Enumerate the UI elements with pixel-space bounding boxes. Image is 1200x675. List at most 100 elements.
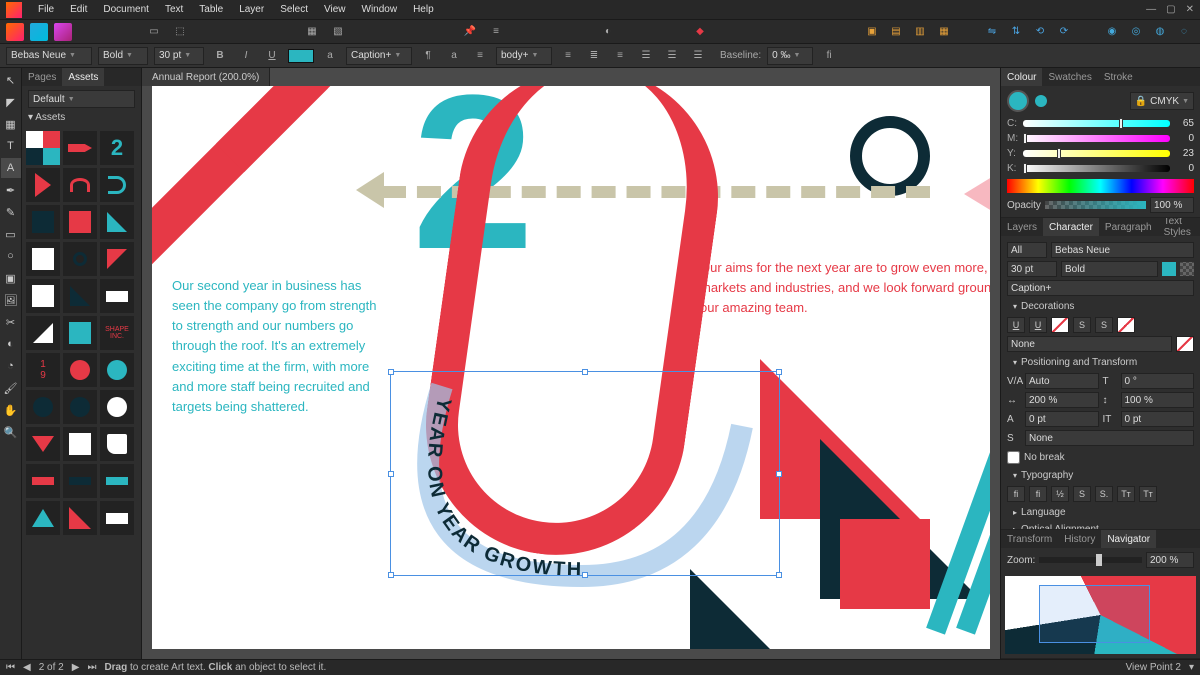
- align-justify-all-icon[interactable]: ☰: [688, 46, 708, 66]
- toolbar-doc-icon[interactable]: ▭: [144, 22, 164, 42]
- move-tool[interactable]: ↖: [1, 70, 21, 90]
- char-all-select[interactable]: All: [1007, 242, 1047, 258]
- align-justify-icon[interactable]: ☰: [636, 46, 656, 66]
- typo-titl[interactable]: Tᴛ: [1117, 486, 1135, 502]
- para-style-icon[interactable]: ¶: [418, 46, 438, 66]
- asset-item[interactable]: [63, 501, 97, 535]
- align-center-icon[interactable]: ≣: [584, 46, 604, 66]
- asset-item[interactable]: [26, 316, 60, 350]
- asset-item[interactable]: [100, 464, 134, 498]
- font-size-select[interactable]: 30 pt▼: [154, 47, 204, 65]
- char-bg-swatch[interactable]: [1180, 262, 1194, 276]
- para-icon[interactable]: a: [444, 46, 464, 66]
- asset-item[interactable]: [63, 464, 97, 498]
- asset-item[interactable]: [26, 464, 60, 498]
- typo-dlig[interactable]: fi: [1029, 486, 1047, 502]
- leading-override-input[interactable]: 0 pt: [1121, 411, 1195, 427]
- typo-subs[interactable]: S.: [1095, 486, 1113, 502]
- nobreak-checkbox[interactable]: [1007, 451, 1020, 464]
- baseline-shift-input[interactable]: 0 pt: [1025, 411, 1099, 427]
- viewpoint-label[interactable]: View Point 2: [1126, 662, 1181, 673]
- arrange-forward-icon[interactable]: ▥: [910, 22, 930, 42]
- asset-item[interactable]: [100, 390, 134, 424]
- fill-colour-well[interactable]: [1007, 90, 1029, 112]
- asset-item[interactable]: [100, 279, 134, 313]
- menu-view[interactable]: View: [316, 4, 354, 15]
- pan-tool[interactable]: ✋: [1, 400, 21, 420]
- persona-photo[interactable]: [54, 23, 72, 41]
- align-right-icon[interactable]: ≡: [610, 46, 630, 66]
- tab-colour[interactable]: Colour: [1001, 68, 1042, 86]
- close-button[interactable]: ✕: [1186, 4, 1194, 15]
- menu-table[interactable]: Table: [191, 4, 231, 15]
- asset-item[interactable]: [63, 279, 97, 313]
- font-weight-select[interactable]: Bold▼: [98, 47, 148, 65]
- decorations-header[interactable]: Decorations: [1007, 298, 1194, 315]
- menu-layer[interactable]: Layer: [231, 4, 272, 15]
- deco-double-strike[interactable]: S: [1095, 317, 1113, 333]
- baseline-input[interactable]: 0 ‰▼: [767, 47, 813, 65]
- language-header[interactable]: Language: [1007, 504, 1194, 521]
- toolbar-frame-icon[interactable]: ▦: [302, 22, 322, 42]
- bool-sub-icon[interactable]: ◎: [1126, 22, 1146, 42]
- asset-item[interactable]: [63, 242, 97, 276]
- asset-item[interactable]: [100, 242, 134, 276]
- toolbar-pin-icon[interactable]: 📌: [460, 22, 480, 42]
- char-size-select[interactable]: 30 pt: [1007, 261, 1057, 277]
- tab-navigator[interactable]: Navigator: [1101, 530, 1156, 548]
- canvas[interactable]: 2 Our second year in business has seen t…: [152, 86, 990, 649]
- char-style-icon[interactable]: a: [320, 46, 340, 66]
- persona-publisher[interactable]: [6, 23, 24, 41]
- asset-item[interactable]: [26, 168, 60, 202]
- asset-item[interactable]: [26, 205, 60, 239]
- kerning-input[interactable]: Auto: [1025, 373, 1099, 389]
- selection-box[interactable]: [390, 371, 780, 576]
- arrange-backward-icon[interactable]: ▤: [886, 22, 906, 42]
- place-image-tool[interactable]: 🖼: [1, 290, 21, 310]
- rotate-ccw-icon[interactable]: ⟲: [1030, 22, 1050, 42]
- tab-transform[interactable]: Transform: [1001, 530, 1058, 548]
- hue-strip[interactable]: [1007, 179, 1194, 193]
- tab-swatches[interactable]: Swatches: [1042, 68, 1097, 86]
- tab-assets[interactable]: Assets: [62, 68, 104, 86]
- tab-stroke[interactable]: Stroke: [1098, 68, 1139, 86]
- artistic-text-tool[interactable]: A: [1, 158, 21, 178]
- toolbar-preview-icon[interactable]: ◐: [598, 22, 618, 42]
- zoom-input[interactable]: 200 %: [1146, 552, 1194, 568]
- list-icon[interactable]: ≡: [470, 46, 490, 66]
- hscale-input[interactable]: 200 %: [1025, 392, 1099, 408]
- rectangle-tool[interactable]: ▭: [1, 224, 21, 244]
- page-nav-prev[interactable]: ◀: [23, 662, 31, 673]
- asset-item[interactable]: [63, 390, 97, 424]
- asset-item[interactable]: [26, 501, 60, 535]
- shear-input[interactable]: 0 °: [1121, 373, 1195, 389]
- slider-m[interactable]: [1023, 135, 1170, 142]
- tab-layers[interactable]: Layers: [1001, 218, 1043, 236]
- page-nav-next[interactable]: ▶: [72, 662, 80, 673]
- deco-none-select[interactable]: None: [1007, 336, 1172, 352]
- fill-swatch[interactable]: [288, 49, 314, 63]
- char-parastyle-select[interactable]: Caption+: [1007, 280, 1194, 296]
- vector-brush-tool[interactable]: 🖌: [1, 378, 21, 398]
- asset-item[interactable]: [26, 242, 60, 276]
- colour-model-select[interactable]: 🔒 CMYK▼: [1130, 92, 1194, 110]
- typography-icon[interactable]: fi: [819, 46, 839, 66]
- asset-item[interactable]: [100, 501, 134, 535]
- align-justify-left-icon[interactable]: ☰: [662, 46, 682, 66]
- frame-text-tool[interactable]: T: [1, 136, 21, 156]
- minimize-button[interactable]: —: [1146, 4, 1156, 15]
- assets-preset-select[interactable]: Default▼: [28, 90, 135, 108]
- ellipse-tool[interactable]: ○: [1, 246, 21, 266]
- font-family-select[interactable]: Bebas Neue▼: [6, 47, 92, 65]
- deco-underline[interactable]: U: [1007, 317, 1025, 333]
- toolbar-preflight-icon[interactable]: ⬚: [170, 22, 190, 42]
- toolbar-picture-icon[interactable]: ▧: [328, 22, 348, 42]
- deco-strike-colour2[interactable]: [1117, 317, 1135, 333]
- menu-select[interactable]: Select: [272, 4, 316, 15]
- asset-item[interactable]: [26, 390, 60, 424]
- char-weight-select[interactable]: Bold: [1061, 261, 1158, 277]
- char-font-select[interactable]: Bebas Neue: [1051, 242, 1194, 258]
- vscale-input[interactable]: 100 %: [1121, 392, 1195, 408]
- menu-document[interactable]: Document: [95, 4, 157, 15]
- persona-designer[interactable]: [30, 23, 48, 41]
